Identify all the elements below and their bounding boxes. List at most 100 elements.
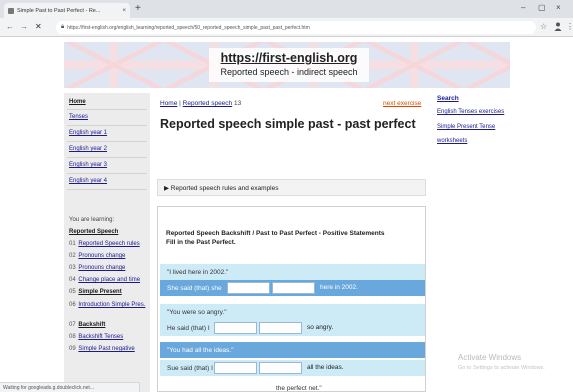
you-are-learning-label: You are learning: (69, 217, 115, 223)
lesson-item: 08 Backshift Tenses (69, 334, 149, 340)
answer-input-2b[interactable] (259, 322, 302, 334)
tab-title: Simple Past to Past Perfect - Re... (17, 7, 101, 14)
exercise-instruction: Fill in the Past Perfect. (166, 239, 236, 246)
partial-question-text: the perfect net." (276, 385, 322, 392)
sidebar-divider (67, 173, 147, 174)
question-answer-row: He said (that) I so angry. (160, 320, 425, 336)
close-tab-icon[interactable]: × (122, 8, 126, 14)
answer-input-2a[interactable] (214, 322, 257, 334)
simple-present-tense-link[interactable]: Simple Present Tense (437, 124, 495, 130)
answer-prefix: Sue said (that) I (167, 365, 213, 372)
site-header-banner: https://first-english.org Reported speec… (64, 42, 510, 88)
minimize-button[interactable]: – (521, 3, 525, 12)
exercise-heading: Reported Speech Backshift / Past to Past… (166, 229, 416, 247)
section-title-link[interactable]: Reported Speech (69, 229, 118, 235)
address-bar[interactable]: 🔒︎ https://first-english.org/english_lea… (56, 21, 536, 34)
lesson-number: 01 (69, 241, 76, 247)
lesson-link[interactable]: Simple Present (78, 289, 121, 295)
question-quote: "You were so angry." (167, 309, 227, 316)
question-answer-row: She said (that) she here in 2002. (160, 280, 425, 296)
bookmark-star-icon[interactable]: ☆ (540, 22, 547, 31)
sidebar-divider (67, 157, 147, 158)
lesson-item: 09 Simple Past negative (69, 346, 149, 352)
question-quote-row: "You were so angry." (160, 304, 425, 320)
sidebar-link-year-3[interactable]: English year 3 (69, 162, 107, 168)
question-quote-row: "You had all the ideas." (160, 342, 425, 358)
answer-input-3a[interactable] (214, 362, 257, 374)
sidebar-divider (67, 109, 147, 110)
question-answer-row: Sue said (that) I all the ideas. (160, 360, 425, 376)
sidebar-divider (67, 189, 147, 190)
lesson-number: 05 (69, 289, 76, 295)
breadcrumb-home-link[interactable]: Home (160, 100, 177, 107)
lesson-item: 03 Pronouns change (69, 265, 149, 271)
lesson-number: 03 (69, 265, 76, 271)
sidebar-link-year-2[interactable]: English year 2 (69, 146, 107, 152)
lesson-link[interactable]: Simple Past negative (78, 346, 134, 352)
lesson-number: 08 (69, 334, 76, 340)
answer-suffix: here in 2002. (320, 284, 358, 291)
sidebar-link-tenses[interactable]: Tenses (69, 114, 88, 120)
site-favicon-icon (8, 7, 14, 14)
lesson-item: 01 Reported Speech rules (69, 241, 149, 247)
browser-tab[interactable]: Simple Past to Past Perfect - Re... × (4, 3, 130, 18)
answer-suffix: all the ideas. (307, 364, 344, 371)
lesson-link[interactable]: Backshift (78, 322, 105, 328)
question-quote-row: "I lived here in 2002." (160, 264, 425, 280)
sidebar-link-home[interactable]: Home (69, 99, 86, 105)
stop-loading-button[interactable]: ✕ (35, 22, 42, 31)
site-url-link[interactable]: https://first-english.org (209, 51, 369, 65)
exercise-panel: Reported Speech Backshift / Past to Past… (157, 206, 426, 392)
breadcrumb-number: 13 (232, 100, 242, 107)
breadcrumb: Home | Reported speech 13 (160, 100, 241, 107)
lock-icon: 🔒︎ (61, 24, 65, 30)
answer-prefix: She said (that) she (167, 285, 222, 292)
profile-icon[interactable] (554, 22, 562, 31)
lesson-item: 07 Backshift (69, 322, 149, 328)
sidebar-link-year-1[interactable]: English year 1 (69, 130, 107, 136)
worksheets-link[interactable]: worksheets (437, 138, 467, 144)
search-link[interactable]: Search (437, 95, 459, 102)
sidebar-link-year-4[interactable]: English year 4 (69, 178, 107, 184)
lesson-number: 09 (69, 346, 76, 352)
lesson-item: 04 Change place and time (69, 277, 149, 283)
lesson-number: 04 (69, 277, 76, 283)
answer-input-1a[interactable] (227, 282, 270, 294)
lesson-item: 06 Introduction Simple Pres. (69, 301, 147, 309)
answer-prefix: He said (that) I (167, 325, 210, 332)
site-title-box: https://first-english.org Reported speec… (209, 48, 369, 82)
close-window-button[interactable]: × (556, 3, 561, 12)
new-tab-button[interactable]: + (135, 3, 141, 15)
next-exercise-link[interactable]: next exercise (383, 100, 421, 107)
site-subtitle: Reported speech - indirect speech (220, 67, 358, 77)
url-text[interactable]: https://first-english.org/english_learni… (67, 25, 310, 31)
answer-input-1b[interactable] (272, 282, 315, 294)
lesson-link[interactable]: Reported Speech rules (78, 241, 139, 247)
lesson-number: 02 (69, 253, 76, 259)
forward-button[interactable]: → (20, 22, 28, 31)
lesson-link[interactable]: Pronouns change (78, 265, 125, 271)
answer-input-3b[interactable] (259, 362, 302, 374)
left-sidebar: Home Tenses English year 1 English year … (64, 93, 150, 392)
back-button[interactable]: ← (6, 22, 14, 31)
activate-windows-subtext: Go to Settings to activate Windows. (458, 365, 545, 371)
lesson-link[interactable]: Introduction Simple Pres. (78, 302, 145, 308)
rules-accordion[interactable]: ▶ Reported speech rules and examples (157, 179, 426, 196)
sidebar-divider (67, 125, 147, 126)
page-title: Reported speech simple past - past perfe… (160, 117, 416, 131)
question-quote: "You had all the ideas." (167, 347, 234, 354)
breadcrumb-section-link[interactable]: Reported speech (183, 100, 233, 107)
sidebar-divider (67, 141, 147, 142)
browser-status-bar: Waiting for googleads.g.doubleclick.net.… (0, 382, 140, 392)
lesson-item: 05 Simple Present (69, 289, 149, 295)
lesson-link[interactable]: Pronouns change (78, 253, 125, 259)
lesson-number: 07 (69, 322, 76, 328)
lesson-link[interactable]: Change place and time (78, 277, 140, 283)
english-tenses-exercises-link[interactable]: English Tenses exercises (437, 109, 504, 115)
restore-button[interactable]: ▢ (538, 3, 546, 12)
browser-tab-bar: Simple Past to Past Perfect - Re... × + … (0, 0, 573, 18)
lesson-link[interactable]: Backshift Tenses (78, 334, 123, 340)
browser-menu-icon[interactable]: ⋮ (566, 22, 573, 31)
lesson-number: 06 (69, 302, 76, 308)
rules-accordion-label: ▶ Reported speech rules and examples (164, 185, 279, 192)
